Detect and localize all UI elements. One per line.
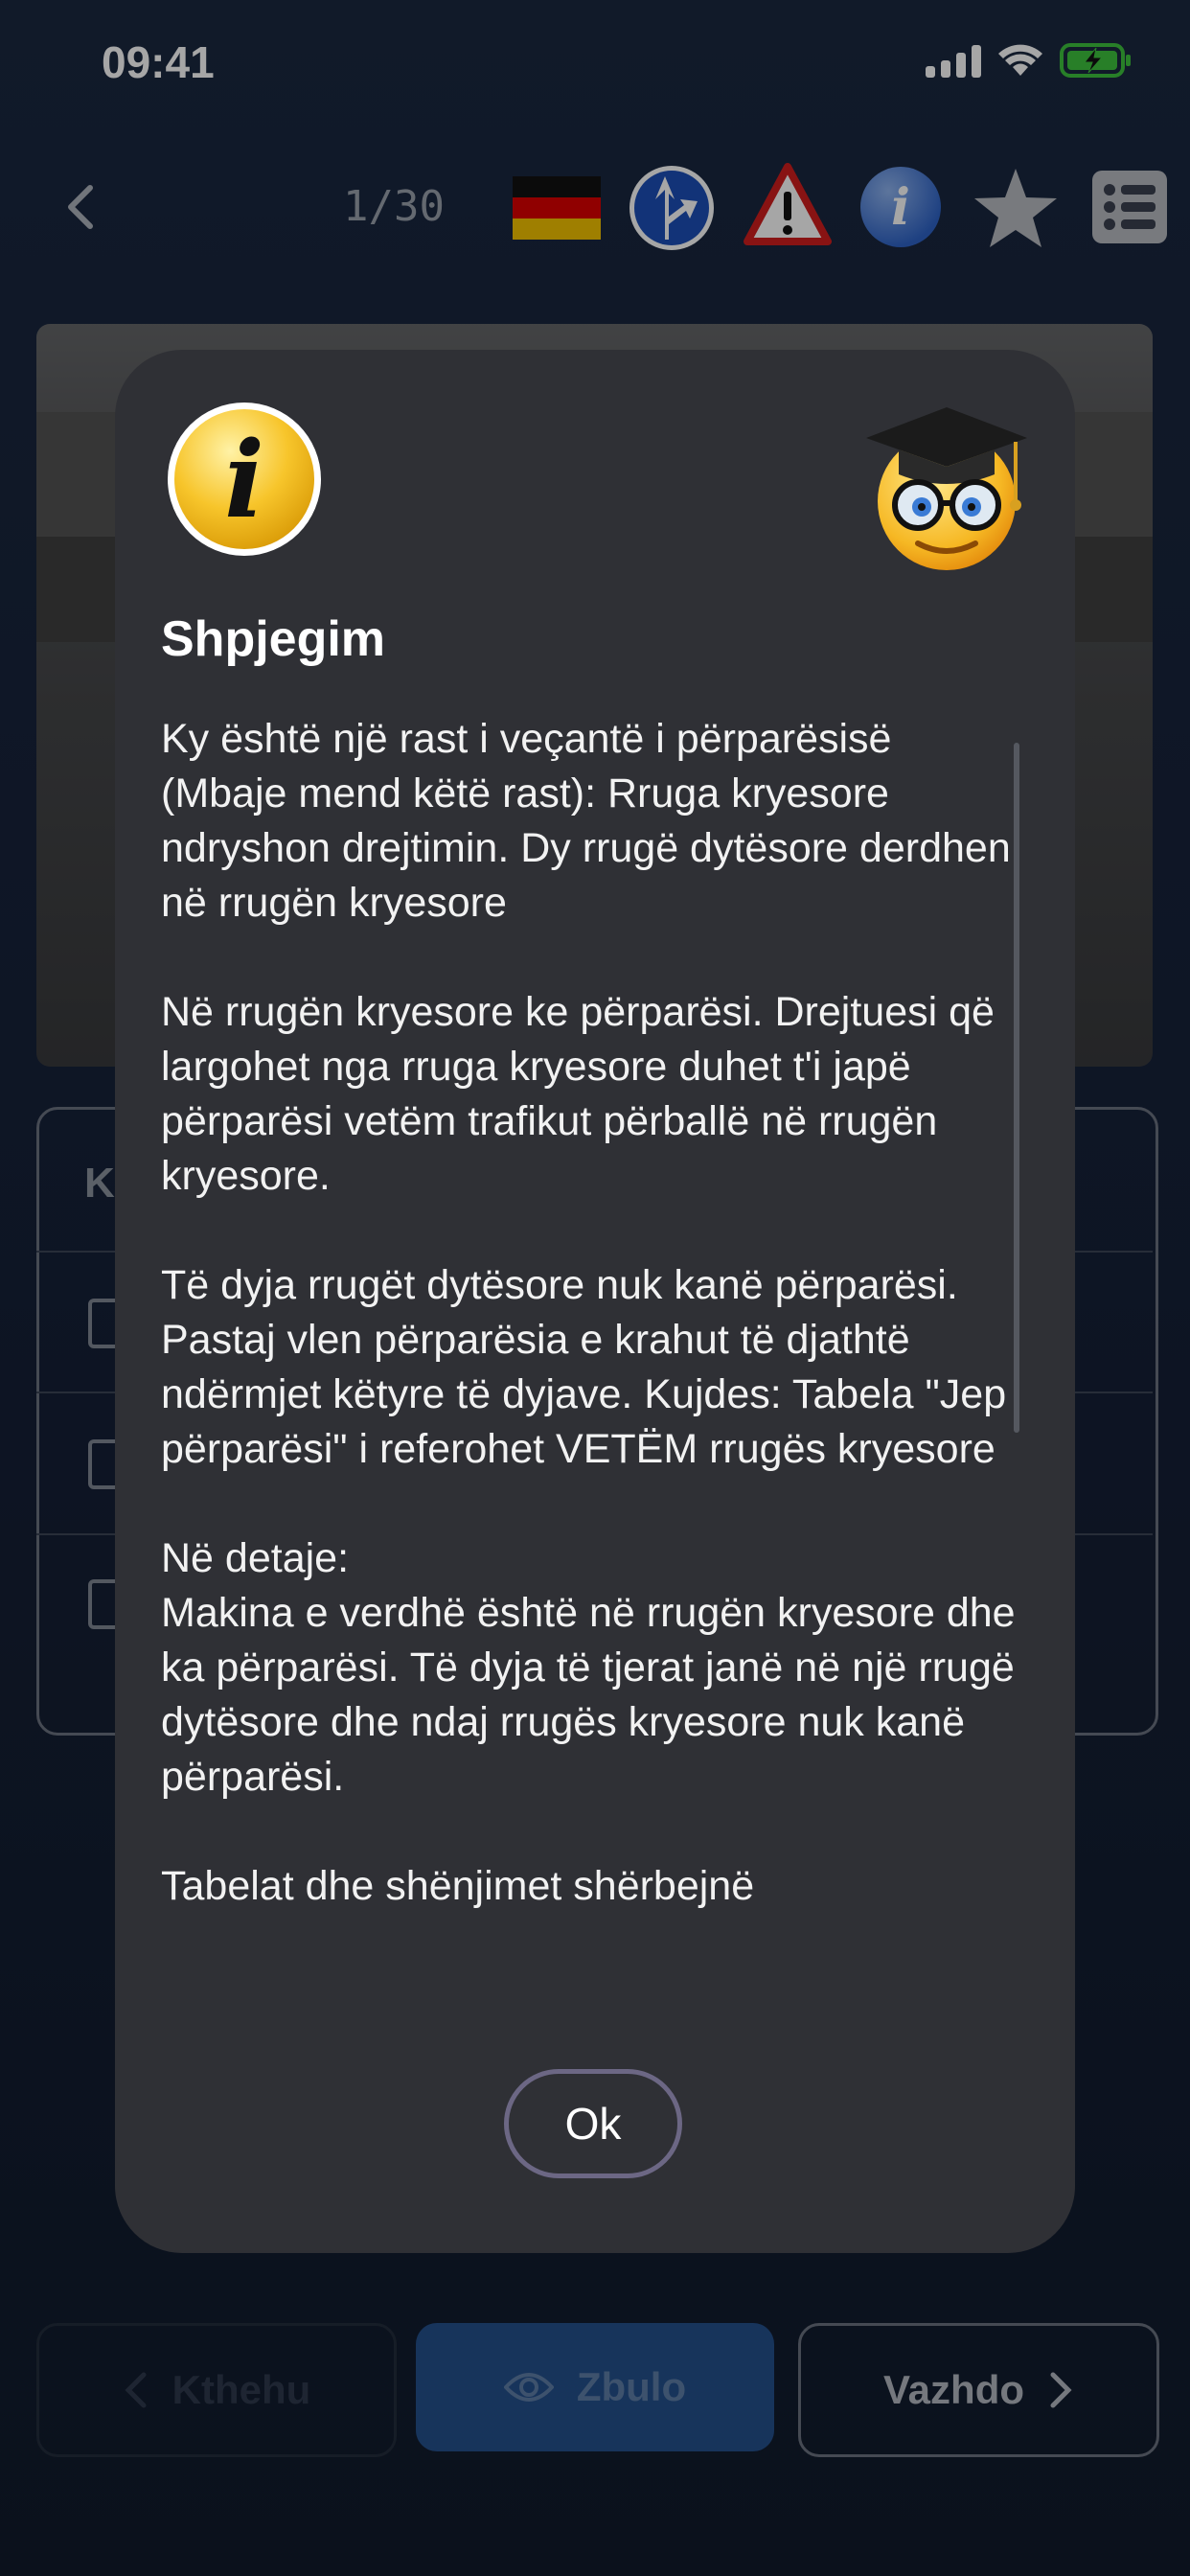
dialog-scrollbar[interactable] [1014,743,1019,1433]
dialog-text-fade [153,1931,1035,1969]
ok-button[interactable]: Ok [504,2069,682,2178]
dialog-paragraph: Në rrugën kryesore ke përparësi. Drejtue… [161,989,1006,1199]
dialog-paragraph: Në detaje: Makina e verdhë është në rrug… [161,1535,1016,1800]
svg-text:i: i [224,418,264,541]
dialog-paragraph: Tabelat dhe shënjimet shërbejnë [161,1863,755,1909]
dialog-paragraph: Të dyja rrugët dytësore nuk kanë përparë… [161,1262,1018,1472]
dialog-body-scroll[interactable]: Ky është një rast i veçantë i përparësis… [161,712,1023,1958]
ok-button-label: Ok [564,2099,622,2149]
dialog-body-text: Ky është një rast i veçantë i përparësis… [161,712,1023,1914]
nerd-graduate-emoji-icon [866,407,1027,570]
dialog-paragraph: Ky është një rast i veçantë i përparësis… [161,716,1011,926]
explanation-dialog: i Shpjegim Ky është një rast i veçantë i… [115,350,1075,2253]
info-icon: i [168,402,321,556]
dialog-title: Shpjegim [161,611,386,667]
